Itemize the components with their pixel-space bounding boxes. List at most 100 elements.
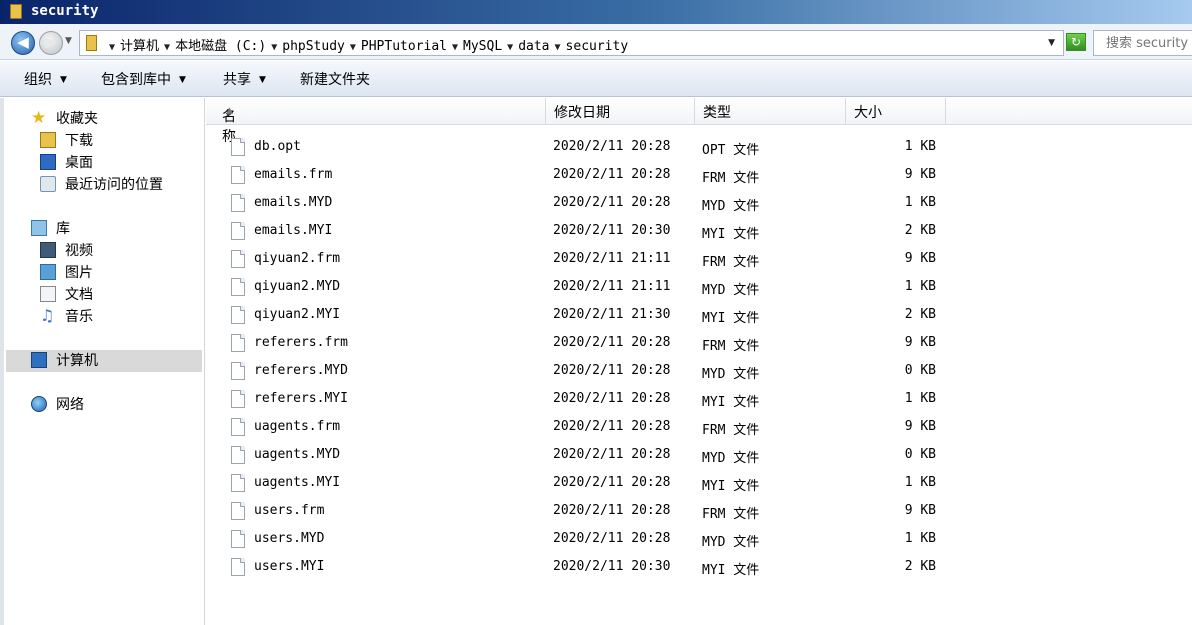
- new-folder-button[interactable]: 新建文件夹: [300, 69, 370, 89]
- file-size: 9 KB: [904, 335, 936, 350]
- file-date-modified: 2020/2/11 20:28: [553, 335, 671, 350]
- file-size: 1 KB: [904, 475, 936, 490]
- back-button[interactable]: ◀: [11, 31, 35, 55]
- file-row[interactable]: users.frm 2020/2/11 20:28 FRM 文件 9 KB: [206, 498, 1192, 526]
- breadcrumb-separator-icon[interactable]: ▼: [555, 42, 561, 53]
- file-type: MYD 文件: [702, 367, 760, 382]
- file-name: emails.MYI: [254, 223, 333, 238]
- file-row[interactable]: users.MYD 2020/2/11 20:28 MYD 文件 1 KB: [206, 526, 1192, 554]
- file-icon: [231, 138, 245, 156]
- file-row[interactable]: qiyuan2.MYI 2020/2/11 21:30 MYI 文件 2 KB: [206, 302, 1192, 330]
- file-row[interactable]: referers.MYD 2020/2/11 20:28 MYD 文件 0 KB: [206, 358, 1192, 386]
- file-row[interactable]: users.MYI 2020/2/11 20:30 MYI 文件 2 KB: [206, 554, 1192, 582]
- file-name: referers.MYD: [254, 363, 348, 378]
- breadcrumb-separator-icon[interactable]: ▼: [164, 42, 170, 53]
- file-type: FRM 文件: [702, 171, 760, 186]
- file-icon: [231, 278, 245, 296]
- pictures-icon: [40, 264, 56, 280]
- file-type: MYI 文件: [702, 311, 760, 326]
- column-date-label: 修改日期: [554, 105, 610, 121]
- file-date-modified: 2020/2/11 20:28: [553, 195, 671, 210]
- nav-label: 图片: [65, 265, 93, 281]
- breadcrumb-item[interactable]: security: [566, 39, 629, 54]
- search-box[interactable]: [1093, 30, 1192, 56]
- file-type: FRM 文件: [702, 339, 760, 354]
- file-type: MYI 文件: [702, 563, 760, 578]
- recent-pages-dropdown-icon[interactable]: ▼: [65, 36, 72, 46]
- nav-label: 计算机: [56, 353, 98, 369]
- file-name: emails.frm: [254, 167, 333, 182]
- column-header-date[interactable]: 修改日期: [546, 98, 695, 125]
- sort-ascending-icon: ▲: [226, 106, 233, 116]
- file-name: users.MYI: [254, 559, 325, 574]
- nav-label: 音乐: [65, 309, 93, 325]
- file-row[interactable]: uagents.frm 2020/2/11 20:28 FRM 文件 9 KB: [206, 414, 1192, 442]
- file-name: users.MYD: [254, 531, 325, 546]
- breadcrumb-item[interactable]: phpStudy: [282, 39, 345, 54]
- file-date-modified: 2020/2/11 20:28: [553, 475, 671, 490]
- address-folder-icon: [86, 35, 97, 51]
- breadcrumb-separator-icon[interactable]: ▼: [452, 42, 458, 53]
- breadcrumb-item[interactable]: PHPTutorial: [361, 39, 447, 54]
- breadcrumb-separator-icon[interactable]: ▼: [109, 42, 115, 53]
- nav-label: 桌面: [65, 155, 93, 171]
- breadcrumb-item[interactable]: data: [518, 39, 549, 54]
- column-header-filler: [946, 98, 1192, 125]
- file-icon: [231, 250, 245, 268]
- address-box[interactable]: ▼ 计算机 ▼ 本地磁盘 (C:) ▼ phpStudy ▼ PHPTutorial ▼ MySQ…: [79, 30, 1064, 56]
- folder-icon: [10, 4, 22, 19]
- file-date-modified: 2020/2/11 21:11: [553, 279, 671, 294]
- file-row[interactable]: qiyuan2.MYD 2020/2/11 21:11 MYD 文件 1 KB: [206, 274, 1192, 302]
- breadcrumb-separator-icon[interactable]: ▼: [507, 42, 513, 53]
- library-icon: [31, 220, 47, 236]
- breadcrumb-item[interactable]: 计算机: [120, 39, 159, 54]
- back-arrow-icon: ◀: [17, 33, 29, 51]
- file-name: users.frm: [254, 503, 325, 518]
- breadcrumb-separator-icon[interactable]: ▼: [350, 42, 356, 53]
- file-row[interactable]: emails.MYI 2020/2/11 20:30 MYI 文件 2 KB: [206, 218, 1192, 246]
- file-size: 1 KB: [904, 279, 936, 294]
- search-input[interactable]: [1094, 31, 1192, 55]
- forward-button[interactable]: ▶: [39, 31, 63, 55]
- file-row[interactable]: uagents.MYD 2020/2/11 20:28 MYD 文件 0 KB: [206, 442, 1192, 470]
- file-date-modified: 2020/2/11 20:28: [553, 503, 671, 518]
- file-name: emails.MYD: [254, 195, 333, 210]
- nav-label: 收藏夹: [56, 111, 98, 127]
- share-button[interactable]: 共享 ▼: [223, 69, 266, 89]
- file-type: MYI 文件: [702, 395, 760, 410]
- file-row[interactable]: qiyuan2.frm 2020/2/11 21:11 FRM 文件 9 KB: [206, 246, 1192, 274]
- file-name: uagents.MYD: [254, 447, 341, 462]
- file-size: 1 KB: [904, 139, 936, 154]
- file-row[interactable]: emails.frm 2020/2/11 20:28 FRM 文件 9 KB: [206, 162, 1192, 190]
- refresh-button[interactable]: ↻: [1066, 33, 1086, 51]
- file-row[interactable]: emails.MYD 2020/2/11 20:28 MYD 文件 1 KB: [206, 190, 1192, 218]
- file-row[interactable]: uagents.MYI 2020/2/11 20:28 MYI 文件 1 KB: [206, 470, 1192, 498]
- column-header-type[interactable]: 类型: [695, 98, 846, 125]
- file-date-modified: 2020/2/11 20:28: [553, 531, 671, 546]
- breadcrumb-item[interactable]: MySQL: [463, 39, 502, 54]
- organize-button[interactable]: 组织 ▼: [24, 69, 67, 89]
- command-toolbar: 组织 ▼ 包含到库中 ▼ 共享 ▼ 新建文件夹: [0, 61, 1192, 97]
- nav-label: 视频: [65, 243, 93, 259]
- file-size: 2 KB: [904, 223, 936, 238]
- breadcrumb-item[interactable]: 本地磁盘 (C:): [175, 39, 266, 54]
- file-row[interactable]: db.opt 2020/2/11 20:28 OPT 文件 1 KB: [206, 134, 1192, 162]
- file-date-modified: 2020/2/11 21:11: [553, 251, 671, 266]
- file-row[interactable]: referers.MYI 2020/2/11 20:28 MYI 文件 1 KB: [206, 386, 1192, 414]
- window-title-bar[interactable]: security: [0, 0, 1192, 24]
- file-size: 0 KB: [904, 447, 936, 462]
- file-type: MYI 文件: [702, 479, 760, 494]
- include-in-library-button[interactable]: 包含到库中 ▼: [101, 69, 186, 89]
- nav-label: 文档: [65, 287, 93, 303]
- file-size: 9 KB: [904, 167, 936, 182]
- column-header-name[interactable]: 名称 ▲: [206, 98, 546, 145]
- address-history-dropdown-icon[interactable]: ▼: [1048, 38, 1055, 48]
- file-row[interactable]: referers.frm 2020/2/11 20:28 FRM 文件 9 KB: [206, 330, 1192, 358]
- file-icon: [231, 166, 245, 184]
- breadcrumb-separator-icon[interactable]: ▼: [271, 42, 277, 53]
- file-icon: [231, 390, 245, 408]
- column-header-size[interactable]: 大小: [846, 98, 946, 125]
- file-icon: [231, 558, 245, 576]
- window-title: security: [31, 3, 99, 19]
- file-date-modified: 2020/2/11 20:30: [553, 559, 671, 574]
